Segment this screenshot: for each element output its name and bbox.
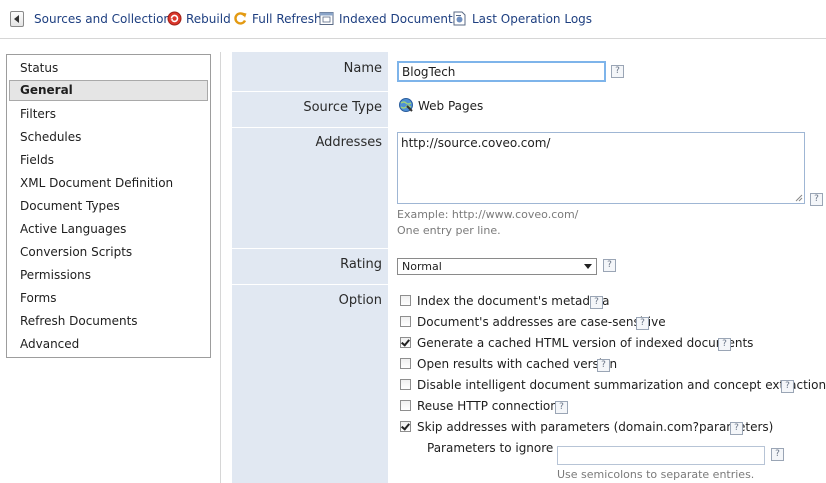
index-metadata-checkbox[interactable] (400, 295, 411, 306)
sidebar-item-status[interactable]: Status (9, 58, 208, 79)
help-icon[interactable]: ? (718, 338, 731, 351)
sidebar-item-general[interactable]: General (9, 80, 208, 101)
sidebar: Status General Filters Schedules Fields … (6, 54, 211, 358)
reuse-http-checkbox[interactable] (400, 400, 411, 411)
option-item-label: Document's addresses are case-sensitive (417, 315, 666, 329)
sidebar-item-forms[interactable]: Forms (9, 288, 208, 309)
rating-select-value: Normal (402, 260, 442, 273)
help-icon[interactable]: ? (810, 193, 823, 206)
refresh-icon (234, 12, 247, 25)
rebuild-button[interactable]: Rebuild (186, 12, 231, 26)
resize-handle-icon[interactable] (795, 194, 803, 202)
name-input[interactable] (397, 61, 606, 82)
row-divider (232, 284, 826, 285)
help-icon[interactable]: ? (636, 317, 649, 330)
sources-and-collections-link[interactable]: Sources and Collections (34, 12, 177, 26)
addresses-example-hint: Example: http://www.coveo.com/ (397, 208, 579, 221)
cached-html-checkbox[interactable] (400, 337, 411, 348)
case-sensitive-checkbox[interactable] (400, 316, 411, 327)
help-icon[interactable]: ? (555, 401, 568, 414)
sidebar-item-active-languages[interactable]: Active Languages (9, 219, 208, 240)
parameters-input[interactable] (557, 446, 765, 465)
source-type-label: Source Type (303, 100, 382, 115)
sidebar-item-conversion-scripts[interactable]: Conversion Scripts (9, 242, 208, 263)
option-label: Option (338, 293, 382, 308)
rebuild-icon (167, 11, 182, 26)
sidebar-item-fields[interactable]: Fields (9, 150, 208, 171)
sidebar-item-document-types[interactable]: Document Types (9, 196, 208, 217)
chevron-down-icon (584, 264, 592, 269)
help-icon[interactable]: ? (771, 448, 784, 461)
sidebar-item-permissions[interactable]: Permissions (9, 265, 208, 286)
row-divider (232, 248, 826, 249)
panel-divider (220, 52, 221, 483)
addresses-label: Addresses (315, 135, 382, 150)
name-label: Name (343, 61, 382, 76)
row-divider (232, 127, 826, 128)
help-icon[interactable]: ? (590, 296, 603, 309)
indexed-documents-link[interactable]: Indexed Documents (339, 12, 459, 26)
toolbar: Sources and Collections Rebuild Full Ref… (0, 0, 826, 39)
full-refresh-button[interactable]: Full Refresh (252, 12, 322, 26)
sidebar-item-advanced[interactable]: Advanced (9, 334, 208, 355)
sidebar-item-refresh-documents[interactable]: Refresh Documents (9, 311, 208, 332)
sidebar-item-schedules[interactable]: Schedules (9, 127, 208, 148)
rating-select[interactable]: Normal (397, 258, 597, 275)
back-arrow-icon[interactable] (10, 11, 24, 27)
option-item-label: Disable intelligent document summarizati… (417, 378, 826, 392)
row-divider (232, 91, 826, 92)
help-icon[interactable]: ? (730, 422, 743, 435)
sidebar-item-filters[interactable]: Filters (9, 104, 208, 125)
parameters-hint: Use semicolons to separate entries. (557, 468, 755, 481)
option-item-label: Generate a cached HTML version of indexe… (417, 336, 754, 350)
option-item-label: Reuse HTTP connections (417, 399, 565, 413)
addresses-textarea[interactable]: http://source.coveo.com/ (397, 132, 805, 204)
parameters-to-ignore-label: Parameters to ignore (427, 441, 554, 455)
rating-label: Rating (340, 257, 382, 272)
option-item-label: Skip addresses with parameters (domain.c… (417, 420, 774, 434)
source-type-value: Web Pages (418, 99, 484, 113)
logs-icon (453, 11, 466, 26)
option-item-label: Open results with cached version (417, 357, 618, 371)
sidebar-item-xml-document-definition[interactable]: XML Document Definition (9, 173, 208, 194)
help-icon[interactable]: ? (603, 259, 616, 272)
help-icon[interactable]: ? (611, 65, 624, 78)
option-item-label: Index the document's metadata (417, 294, 610, 308)
last-operation-logs-link[interactable]: Last Operation Logs (472, 12, 592, 26)
skip-parameters-checkbox[interactable] (400, 421, 411, 432)
web-pages-icon (399, 98, 413, 112)
help-icon[interactable]: ? (597, 359, 610, 372)
open-cached-checkbox[interactable] (400, 358, 411, 369)
disable-summarization-checkbox[interactable] (400, 379, 411, 390)
documents-icon (319, 12, 334, 25)
help-icon[interactable]: ? (781, 380, 794, 393)
addresses-line-hint: One entry per line. (397, 224, 501, 237)
